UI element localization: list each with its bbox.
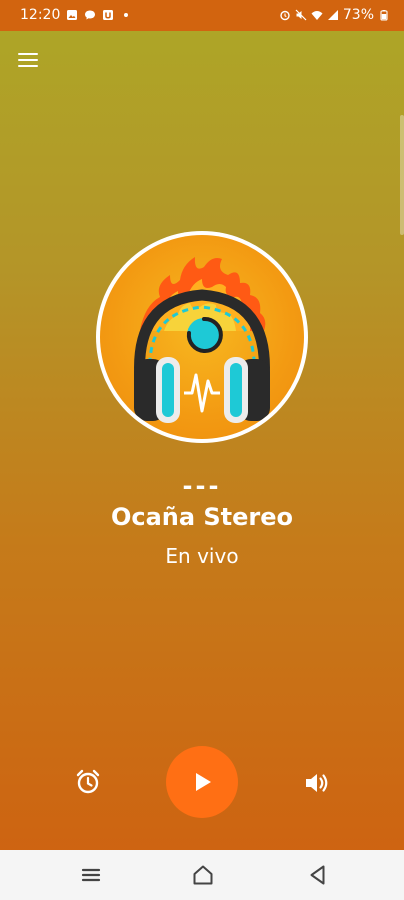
status-time: 12:20 [20, 7, 61, 23]
track-title: --- [182, 472, 222, 500]
home-icon [193, 865, 213, 885]
app-notification-icon [103, 10, 114, 20]
alarm-status-icon [280, 10, 290, 21]
scroll-indicator [400, 115, 404, 235]
back-icon [310, 865, 325, 885]
status-right: 73% [279, 7, 390, 23]
menu-line [18, 59, 38, 61]
play-button[interactable] [166, 746, 238, 818]
station-name: Ocaña Stereo [110, 503, 294, 531]
battery-icon [380, 10, 388, 21]
volume-icon [306, 774, 328, 792]
headphones-flame-logo [134, 257, 270, 423]
more-notifications-dot-icon [124, 13, 129, 17]
recents-icon [81, 868, 101, 882]
menu-line [18, 65, 38, 67]
artwork-background [100, 235, 304, 439]
gallery-notification-icon [67, 10, 78, 20]
play-icon [196, 773, 211, 791]
signal-status-icon [327, 10, 338, 20]
wifi-status-icon [311, 11, 323, 20]
back-button[interactable] [305, 863, 329, 887]
status-left: 12:20 [20, 7, 132, 23]
alarm-clock-icon [76, 769, 100, 794]
recents-button[interactable] [79, 863, 103, 887]
battery-percent: 73% [342, 7, 374, 23]
system-nav-bar [0, 850, 404, 900]
status-bar: 12:20 73% [0, 0, 404, 31]
volume-button[interactable] [302, 768, 332, 798]
menu-line [18, 53, 38, 55]
mute-status-icon [295, 9, 307, 21]
hamburger-menu-icon[interactable] [18, 49, 42, 71]
chat-notification-icon [85, 10, 96, 20]
alarm-button[interactable] [72, 766, 104, 798]
live-status: En vivo [165, 544, 239, 568]
station-artwork [96, 231, 308, 443]
home-button[interactable] [191, 863, 215, 887]
